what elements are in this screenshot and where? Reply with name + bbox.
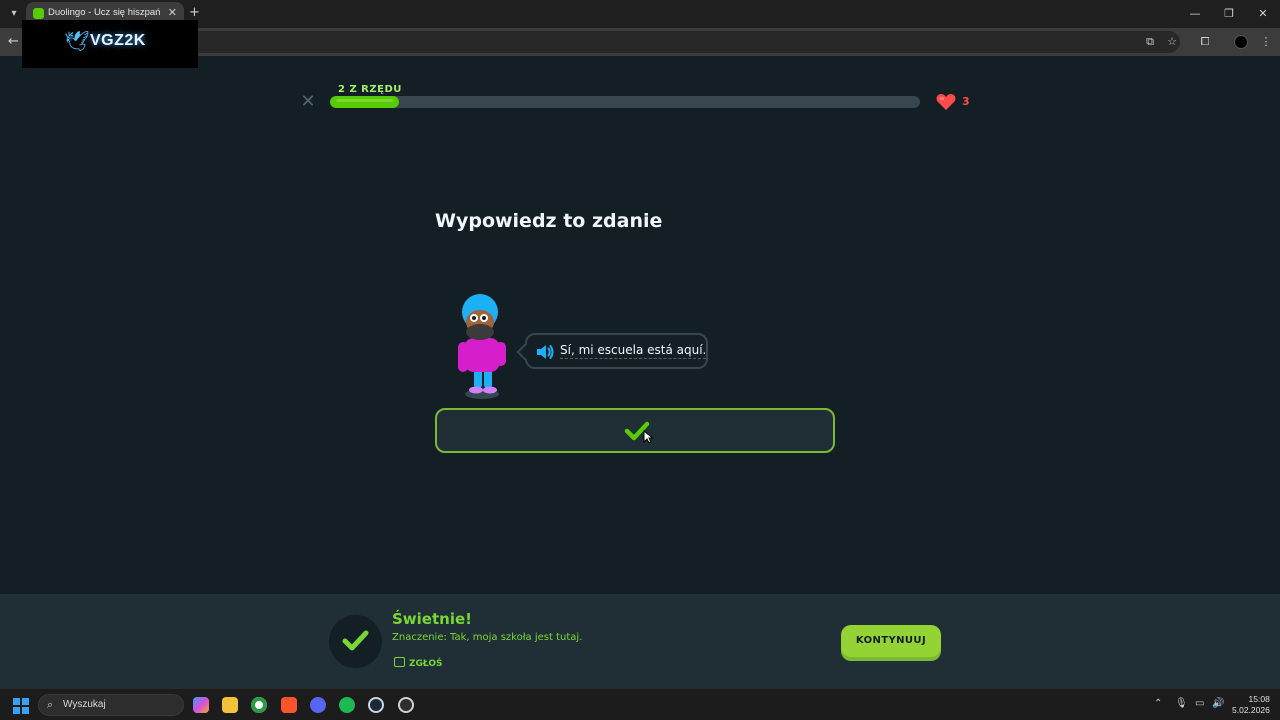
brave-app-icon[interactable] [281, 697, 297, 713]
speak-answer-area[interactable] [435, 408, 835, 453]
file-explorer-app-icon[interactable] [222, 697, 238, 713]
lesson-progress-fill [330, 96, 400, 108]
heart-icon [936, 94, 956, 110]
spotify-app-icon[interactable] [339, 697, 355, 713]
search-icon: ⌕ [47, 698, 54, 711]
speech-bubble-tail [516, 343, 534, 361]
copilot-app-icon[interactable] [193, 697, 209, 713]
bookmark-star-icon[interactable]: ☆ [1165, 35, 1179, 49]
tab-title: Duolingo - Ucz się hiszpańskiego [48, 7, 160, 18]
taskbar-search[interactable]: ⌕ Wyszukaj [38, 694, 184, 716]
tab-close-icon[interactable]: ✕ [168, 6, 177, 19]
feedback-meaning: Znaczenie: Tak, moja szkoła jest tutaj. [392, 632, 583, 643]
speaker-audio-icon[interactable] [535, 343, 555, 361]
tab-search-dropdown-icon[interactable]: ▾ [6, 6, 22, 22]
minimize-button[interactable]: — [1178, 0, 1212, 28]
character-illustration [458, 294, 506, 399]
report-label: ZGŁOŚ [409, 659, 443, 669]
streak-label: 2 Z RZĘDU [338, 84, 402, 95]
report-button[interactable]: ZGŁOŚ [394, 657, 443, 669]
back-arrow-icon[interactable]: ← [8, 34, 19, 49]
windows-start-icon[interactable] [13, 698, 29, 714]
new-tab-button[interactable]: + [189, 5, 200, 20]
feedback-footer: Świetnie! Znaczenie: Tak, moja szkoła je… [0, 594, 1280, 688]
taskbar-search-placeholder: Wyszukaj [63, 699, 106, 710]
address-bar[interactable] [150, 31, 1180, 53]
watermark-text: VGZ2K [90, 32, 146, 49]
duolingo-favicon-icon [33, 8, 44, 19]
lesson-progress-bar [330, 96, 920, 108]
extensions-puzzle-icon[interactable]: ⧠ [1198, 35, 1212, 49]
taskbar-clock[interactable]: 15:08 5.02.2026 [1232, 694, 1270, 716]
windows-taskbar: ⌕ Wyszukaj ⌃ 🎙 ▭ 🔊 15:08 5.02.2026 [0, 688, 1280, 720]
tray-overflow-chevron-icon[interactable]: ⌃ [1154, 698, 1162, 709]
speech-bubble: Sí, mi escuela está aquí. [516, 333, 708, 369]
continue-button[interactable]: KONTYNUUJ [841, 625, 941, 657]
volume-icon[interactable]: 🔊 [1212, 698, 1224, 709]
prompt-title: Wypowiedz to zdanie [435, 210, 663, 232]
obs-app-icon[interactable] [398, 697, 414, 713]
window-controls: — ❐ ✕ [1178, 0, 1280, 28]
clock-date: 5.02.2026 [1232, 705, 1270, 715]
bird-logo-icon: 🕊 [64, 29, 90, 53]
spanish-sentence[interactable]: Sí, mi escuela está aquí. [560, 343, 707, 359]
chrome-app-icon[interactable] [251, 697, 267, 713]
window-close-button[interactable]: ✕ [1246, 0, 1280, 28]
microphone-icon[interactable]: 🎙 [1175, 698, 1188, 709]
flag-icon [394, 657, 405, 667]
hearts-count: 3 [962, 95, 970, 108]
feedback-title: Świetnie! [392, 610, 472, 628]
browser-menu-icon[interactable]: ⋮ [1259, 35, 1273, 49]
profile-avatar[interactable] [1234, 35, 1248, 49]
steam-app-icon[interactable] [368, 697, 384, 713]
close-lesson-icon[interactable]: ✕ [300, 93, 316, 111]
discord-app-icon[interactable] [310, 697, 326, 713]
clock-time: 15:08 [1248, 694, 1270, 704]
vgz2k-watermark: 🕊 VGZ2K [22, 20, 198, 68]
success-check-icon [342, 630, 369, 651]
network-icon[interactable]: ▭ [1195, 698, 1204, 709]
install-app-icon[interactable]: ⧉ [1143, 35, 1157, 49]
success-badge [329, 615, 382, 668]
mouse-cursor-icon [643, 430, 653, 444]
restore-button[interactable]: ❐ [1212, 0, 1246, 28]
